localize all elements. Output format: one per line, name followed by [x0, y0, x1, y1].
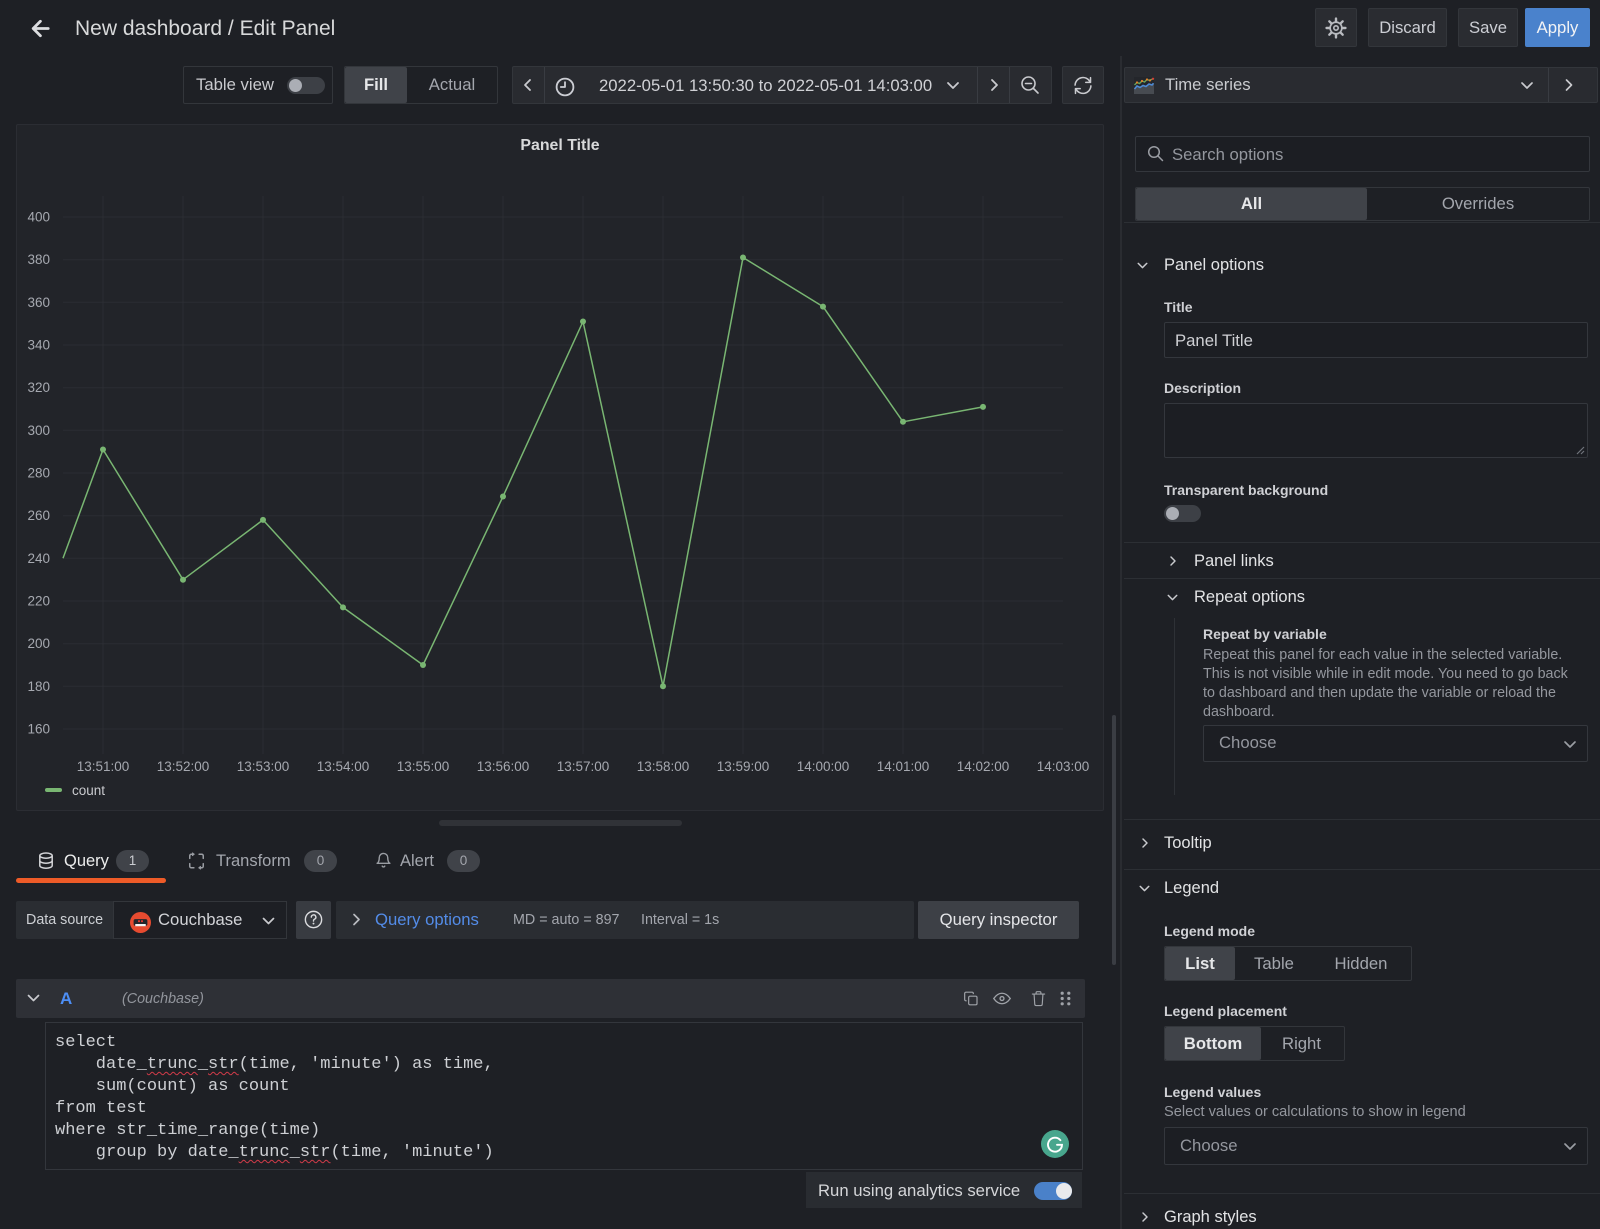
svg-text:360: 360: [27, 295, 50, 310]
svg-text:14:03:00: 14:03:00: [1037, 759, 1090, 774]
svg-text:13:51:00: 13:51:00: [77, 759, 130, 774]
svg-text:13:56:00: 13:56:00: [477, 759, 530, 774]
svg-text:13:55:00: 13:55:00: [397, 759, 450, 774]
svg-text:13:59:00: 13:59:00: [717, 759, 770, 774]
svg-text:14:02:00: 14:02:00: [957, 759, 1010, 774]
svg-text:260: 260: [27, 508, 50, 523]
svg-text:400: 400: [27, 210, 50, 225]
svg-text:13:52:00: 13:52:00: [157, 759, 210, 774]
svg-text:200: 200: [27, 636, 50, 651]
svg-text:13:53:00: 13:53:00: [237, 759, 290, 774]
svg-text:340: 340: [27, 338, 50, 353]
svg-text:220: 220: [27, 594, 50, 609]
svg-text:13:58:00: 13:58:00: [637, 759, 690, 774]
svg-text:14:01:00: 14:01:00: [877, 759, 930, 774]
svg-text:13:57:00: 13:57:00: [557, 759, 610, 774]
svg-text:14:00:00: 14:00:00: [797, 759, 850, 774]
svg-text:count: count: [72, 783, 105, 798]
svg-text:240: 240: [27, 551, 50, 566]
svg-text:160: 160: [27, 722, 50, 737]
svg-text:300: 300: [27, 423, 50, 438]
svg-text:280: 280: [27, 466, 50, 481]
svg-text:180: 180: [27, 679, 50, 694]
svg-text:13:54:00: 13:54:00: [317, 759, 370, 774]
svg-text:320: 320: [27, 380, 50, 395]
svg-text:380: 380: [27, 252, 50, 267]
